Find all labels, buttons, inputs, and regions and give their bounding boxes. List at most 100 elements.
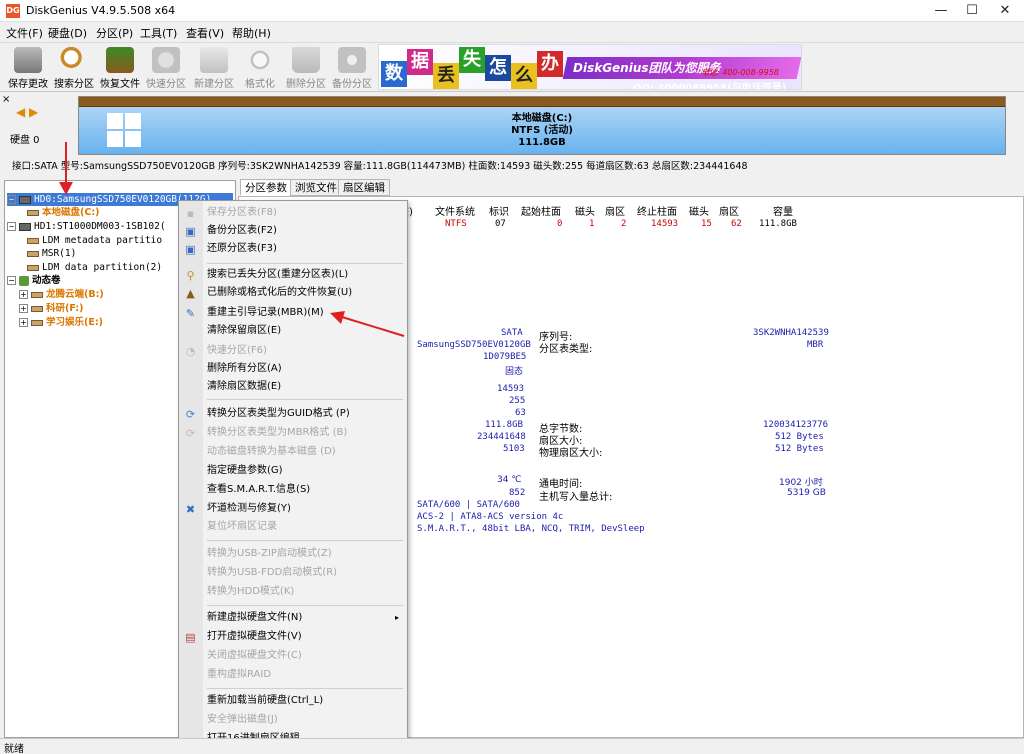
menu-safe-eject[interactable]: 安全弹出磁盘(J) <box>205 712 405 728</box>
close-button[interactable]: ✕ <box>988 0 1022 22</box>
menu-close-virtual-disk[interactable]: 关闭虚拟硬盘文件(C) <box>205 648 405 664</box>
search-partition-button[interactable]: 搜索分区 <box>52 45 96 91</box>
menu-backup-partition-table[interactable]: 备份分区表(F2) <box>205 223 405 239</box>
menu-recover-files[interactable]: 已删除或格式化后的文件恢复(U) <box>205 285 405 301</box>
menu-save-partition-table[interactable]: 保存分区表(F8) <box>205 205 405 221</box>
save-icon <box>14 47 42 73</box>
status-text: 就绪 <box>4 744 24 754</box>
menu-reset-bad-sectors[interactable]: 复位坏扇区记录 <box>205 519 405 535</box>
partition-icon <box>31 319 43 326</box>
tree-item-ldm-data[interactable]: LDM data partition(2) <box>27 261 162 274</box>
tab-sector-editor[interactable]: 扇区编辑 <box>338 179 390 196</box>
menu-view-smart[interactable]: 查看S.M.A.R.T.信息(S) <box>205 482 405 498</box>
tree-item-volume-e[interactable]: + 学习娱乐(E:) <box>19 316 103 329</box>
disk-nav-arrows[interactable]: ◀ ▶ <box>16 105 38 119</box>
menu-rebuild-mbr[interactable]: 重建主引导记录(MBR)(M) <box>205 305 405 321</box>
menu-label: 新建虚拟硬盘文件(N) <box>207 612 303 623</box>
menu-clear-reserved-sectors[interactable]: 清除保留扇区(E) <box>205 323 405 339</box>
partition-icon <box>27 264 39 271</box>
close-icon[interactable]: × <box>2 94 10 105</box>
menu-clear-sector-data[interactable]: 清除扇区数据(E) <box>205 379 405 395</box>
partition-name: 本地磁盘(C:) <box>511 113 573 124</box>
banner-char: 怎 <box>485 55 511 81</box>
format-icon <box>246 47 274 73</box>
search-icon: ⚲ <box>186 269 195 282</box>
menu-dynamic-to-basic[interactable]: 动态磁盘转换为基本磁盘 (D) <box>205 444 405 460</box>
menu-bad-sector-check[interactable]: 坏道检测与修复(Y) <box>205 501 405 517</box>
column-header[interactable]: 终止柱面 <box>637 203 677 218</box>
minimize-button[interactable]: — <box>924 0 958 22</box>
collapse-icon[interactable]: − <box>7 195 16 204</box>
menu-help[interactable]: 帮助(H) <box>232 25 271 41</box>
menu-new-virtual-disk[interactable]: 新建虚拟硬盘文件(N) ▸ <box>205 610 405 626</box>
recover-files-button[interactable]: 恢复文件 <box>98 45 142 91</box>
menu-search-lost-partitions[interactable]: 搜索已丢失分区(重建分区表)(L) <box>205 267 405 283</box>
detail-interface-speed: SATA/600 | SATA/600 <box>417 500 520 510</box>
cell-end-head: 15 <box>701 219 712 229</box>
menu-set-disk-params[interactable]: 指定硬盘参数(G) <box>205 463 405 479</box>
collapse-icon[interactable]: − <box>7 276 16 285</box>
menu-view[interactable]: 查看(V) <box>186 25 224 41</box>
tree-item-msr[interactable]: MSR(1) <box>27 247 76 260</box>
backup-partition-button[interactable]: 备份分区 <box>330 45 374 91</box>
banner-char: 失 <box>459 47 485 73</box>
column-header[interactable]: 扇区 <box>719 203 739 218</box>
tree-item-partition-c[interactable]: 本地磁盘(C:) <box>27 206 99 219</box>
menu-partition[interactable]: 分区(P) <box>96 25 133 41</box>
menu-restore-partition-table[interactable]: 还原分区表(F3) <box>205 241 405 257</box>
menu-rebuild-virtual-raid[interactable]: 重构虚拟RAID <box>205 667 405 683</box>
search-icon <box>60 47 88 73</box>
column-header[interactable]: 磁头 <box>575 203 595 218</box>
menu-quick-partition[interactable]: 快速分区(F6) <box>205 343 405 359</box>
menu-usb-fdd-mode[interactable]: 转换为USB-FDD启动模式(R) <box>205 565 405 581</box>
disk-info-line: 接口:SATA 型号:SamsungSSD750EV0120GB 序列号:3SK… <box>12 161 748 172</box>
tree-item-dynamic-volumes[interactable]: − 动态卷 <box>7 274 61 287</box>
menu-convert-to-guid[interactable]: 转换分区表类型为GUID格式 (P) <box>205 406 405 422</box>
partition-block-c[interactable]: 本地磁盘(C:) NTFS (活动) 111.8GB <box>78 96 1006 155</box>
menu-open-virtual-disk[interactable]: 打开虚拟硬盘文件(V) <box>205 629 405 645</box>
sector-size-value: 512 Bytes <box>775 432 824 442</box>
menu-usb-zip-mode[interactable]: 转换为USB-ZIP启动模式(Z) <box>205 546 405 562</box>
column-header[interactable]: 文件系统 <box>435 203 475 218</box>
expand-icon[interactable]: + <box>19 318 28 327</box>
expand-icon[interactable]: + <box>19 290 28 299</box>
menu-icon-gutter <box>179 201 203 749</box>
tree-item-volume-b[interactable]: + 龙腾云端(B:) <box>19 288 104 301</box>
cell-id: 07 <box>495 219 506 229</box>
menu-file[interactable]: 文件(F) <box>6 25 43 41</box>
collapse-icon[interactable]: − <box>7 222 16 231</box>
title-bar: DG DiskGenius V4.9.5.508 x64 — ☐ ✕ <box>0 0 1024 22</box>
menu-reload-disk[interactable]: 重新加载当前硬盘(Ctrl_L) <box>205 693 405 709</box>
menu-convert-to-mbr[interactable]: 转换分区表类型为MBR格式 (B) <box>205 425 405 441</box>
convert-icon: ⟳ <box>185 408 196 421</box>
tree-item-hd1[interactable]: − HD1:ST1000DM003-1SB102( <box>7 220 166 233</box>
quick-partition-button[interactable]: 快速分区 <box>144 45 188 91</box>
delete-partition-button[interactable]: 删除分区 <box>284 45 328 91</box>
banner-char: 数 <box>381 61 407 87</box>
menu-hdd-mode[interactable]: 转换为HDD模式(K) <box>205 584 405 600</box>
column-header[interactable]: 磁头 <box>689 203 709 218</box>
tree-label: 学习娱乐(E:) <box>46 317 103 328</box>
tree-item-ldm-metadata[interactable]: LDM metadata partitio <box>27 234 162 247</box>
window-title: DiskGenius V4.9.5.508 x64 <box>26 4 176 17</box>
column-header[interactable]: 起始柱面 <box>521 203 561 218</box>
detail-spt: 63 <box>515 408 526 418</box>
menu-delete-all-partitions[interactable]: 删除所有分区(A) <box>205 361 405 377</box>
menu-tools[interactable]: 工具(T) <box>140 25 177 41</box>
menu-disk[interactable]: 硬盘(D) <box>48 25 87 41</box>
column-header[interactable]: 扇区 <box>605 203 625 218</box>
column-header[interactable]: 容量 <box>773 203 793 218</box>
phys-sector-label: 物理扇区大小: <box>539 448 603 459</box>
partition-summary: 本地磁盘(C:) NTFS (活动) 111.8GB <box>79 113 1005 149</box>
maximize-button[interactable]: ☐ <box>955 0 989 22</box>
partition-icon <box>27 250 39 257</box>
new-partition-button[interactable]: 新建分区 <box>192 45 236 91</box>
format-button[interactable]: 格式化 <box>238 45 282 91</box>
tab-browse-files[interactable]: 浏览文件 <box>290 179 342 196</box>
column-header[interactable]: 标识 <box>489 203 509 218</box>
tree-item-volume-f[interactable]: + 科研(F:) <box>19 302 83 315</box>
tab-partition-params[interactable]: 分区参数 <box>240 179 292 196</box>
expand-icon[interactable]: + <box>19 304 28 313</box>
support-banner[interactable]: 数 据 丢 失 怎 么 办 DiskGenius团队为您服务 电话: 400-0… <box>378 44 802 90</box>
save-changes-button[interactable]: 保存更改 <box>6 45 50 91</box>
